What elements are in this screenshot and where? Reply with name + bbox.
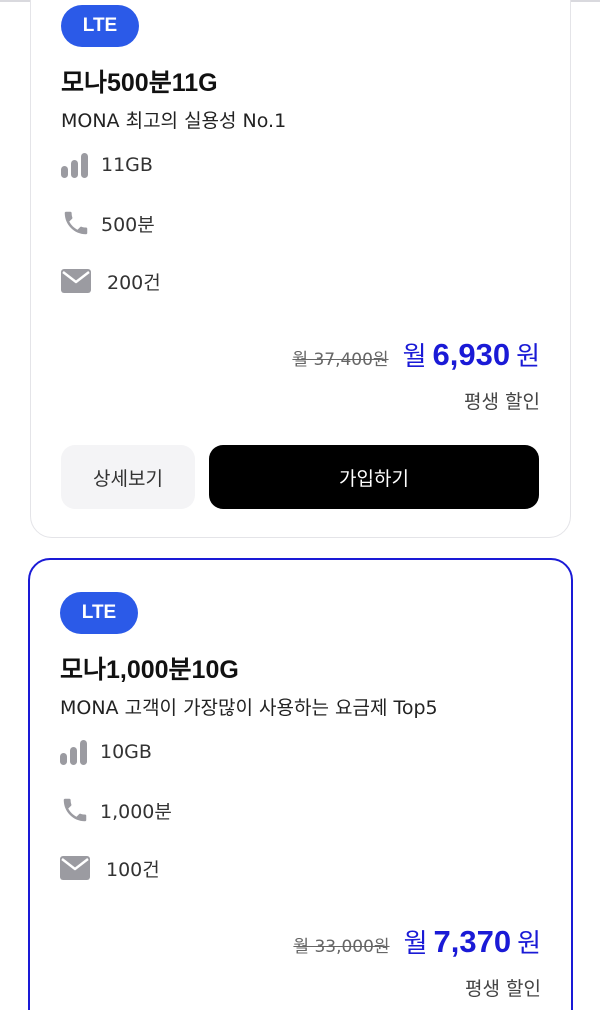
spec-voice: 500분 bbox=[61, 209, 155, 237]
original-price: 월 37,400원 bbox=[292, 350, 389, 370]
price-row: 월 33,000원 월 7,370 원 bbox=[293, 923, 541, 960]
data-amount: 10GB bbox=[100, 741, 152, 763]
phone-icon bbox=[61, 209, 93, 237]
network-badge: LTE bbox=[61, 5, 139, 47]
spec-data: 10GB bbox=[60, 738, 152, 766]
plan-list: LTE 모나500분11G MONA 최고의 실용성 No.1 11GB 500… bbox=[0, 0, 600, 1010]
month-label: 월 bbox=[403, 929, 428, 959]
spec-sms: 100건 bbox=[60, 854, 160, 882]
phone-icon bbox=[60, 796, 92, 824]
signal-bars-icon bbox=[61, 151, 93, 179]
discount-label: 평생 할인 bbox=[464, 391, 540, 413]
envelope-icon bbox=[60, 854, 92, 882]
discounted-price: 6,930 bbox=[432, 337, 511, 372]
price-row: 월 37,400원 월 6,930 원 bbox=[292, 336, 540, 373]
signal-bars-icon bbox=[60, 738, 92, 766]
month-label: 월 bbox=[402, 342, 427, 372]
voice-amount: 1,000분 bbox=[100, 800, 172, 823]
plan-card-selected[interactable]: LTE 모나1,000분10G MONA 고객이 가장많이 사용하는 요금제 T… bbox=[28, 558, 573, 1010]
original-price: 월 33,000원 bbox=[293, 937, 390, 957]
sms-amount: 100건 bbox=[106, 858, 160, 881]
spec-voice: 1,000분 bbox=[60, 796, 172, 824]
plan-subtitle: MONA 최고의 실용성 No.1 bbox=[61, 110, 287, 132]
plan-title: 모나500분11G bbox=[61, 69, 218, 97]
sms-amount: 200건 bbox=[107, 271, 161, 294]
spec-data: 11GB bbox=[61, 151, 153, 179]
plan-card[interactable]: LTE 모나500분11G MONA 최고의 실용성 No.1 11GB 500… bbox=[30, 0, 571, 538]
detail-button[interactable]: 상세보기 bbox=[61, 445, 195, 509]
discount-label: 평생 할인 bbox=[465, 978, 541, 1000]
join-button[interactable]: 가입하기 bbox=[209, 445, 539, 509]
spec-sms: 200건 bbox=[61, 267, 161, 295]
currency-label: 원 bbox=[516, 342, 540, 372]
data-amount: 11GB bbox=[101, 154, 153, 176]
plan-subtitle: MONA 고객이 가장많이 사용하는 요금제 Top5 bbox=[60, 697, 438, 719]
network-badge: LTE bbox=[60, 592, 138, 634]
plan-title: 모나1,000분10G bbox=[60, 656, 239, 684]
discounted-price: 7,370 bbox=[433, 924, 512, 959]
voice-amount: 500분 bbox=[101, 213, 155, 236]
currency-label: 원 bbox=[517, 929, 541, 959]
envelope-icon bbox=[61, 267, 93, 295]
